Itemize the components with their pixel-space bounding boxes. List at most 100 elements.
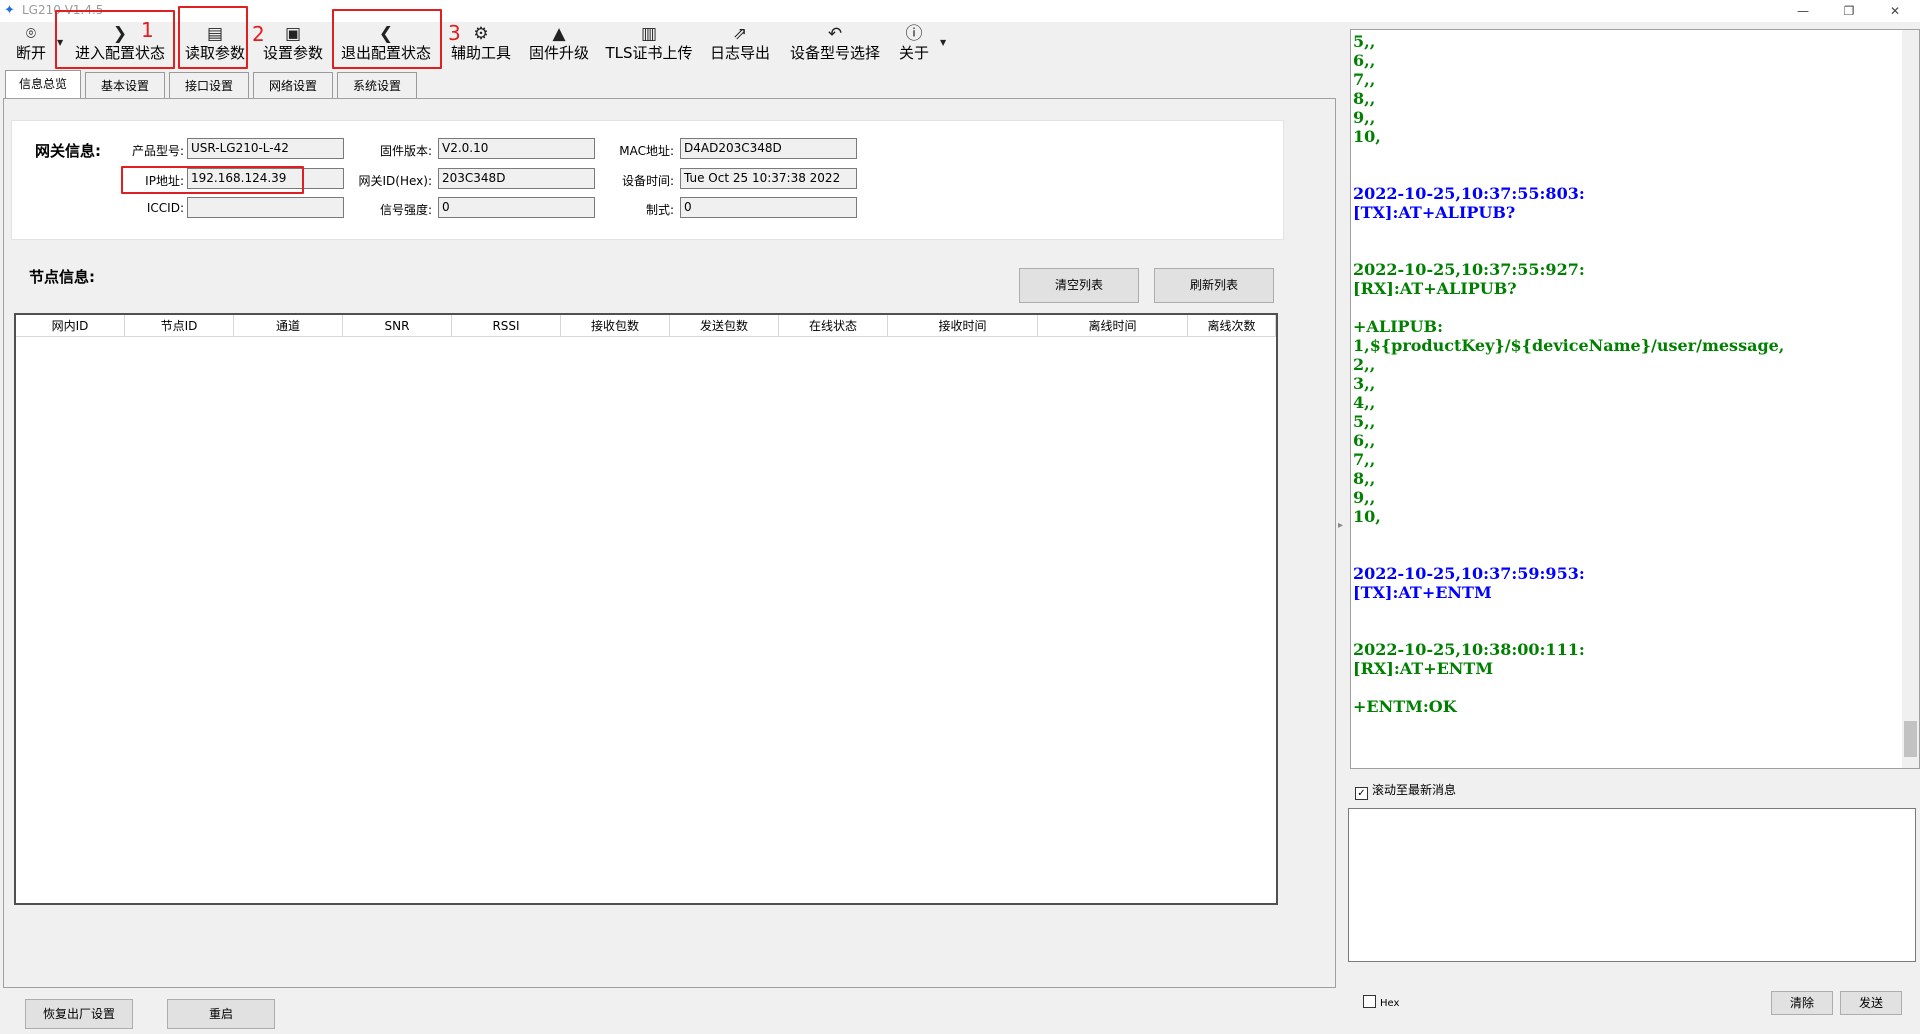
device-time-label: 设备时间:	[621, 174, 674, 188]
log-export-button[interactable]: ⇗ 日志导出	[704, 22, 776, 68]
splitter-grip-icon[interactable]: ▸	[1338, 520, 1343, 531]
export-icon: ⇗	[732, 24, 748, 44]
restart-button[interactable]: 重启	[167, 999, 275, 1029]
log-line: +ALIPUB:	[1353, 317, 1443, 336]
log-scrollbar[interactable]	[1902, 30, 1919, 768]
firmware-version-label: 固件版本:	[379, 144, 432, 158]
log-line: +ENTM:OK	[1353, 697, 1457, 716]
gateway-id-label: 网关ID(Hex):	[358, 174, 432, 188]
column-header[interactable]: RSSI	[452, 315, 561, 337]
column-header[interactable]: 接收时间	[888, 315, 1038, 337]
restore-button[interactable]: ❐	[1826, 0, 1872, 22]
device-model-button[interactable]: ↶ 设备型号选择	[784, 22, 886, 68]
annotation-number-2: 2	[252, 22, 265, 46]
log-line: 10,	[1353, 127, 1381, 146]
model-field: USR-LG210-L-42	[187, 138, 344, 159]
mode-label: 制式:	[645, 203, 674, 217]
refresh-list-button[interactable]: 刷新列表	[1154, 268, 1274, 303]
column-header[interactable]: 离线时间	[1038, 315, 1188, 337]
annotation-box-ip	[121, 166, 304, 194]
factory-reset-button[interactable]: 恢复出厂设置	[25, 999, 133, 1029]
mode-field: 0	[680, 197, 857, 218]
log-line: 6,,	[1353, 431, 1376, 450]
disconnect-button[interactable]: ⌾ 断开	[10, 22, 52, 68]
column-header[interactable]: 通道	[234, 315, 343, 337]
column-header[interactable]: 发送包数	[670, 315, 779, 337]
firmware-version-field: V2.0.10	[438, 138, 595, 159]
overflow-arrow-icon[interactable]: ▼	[940, 38, 946, 47]
log-line: [TX]:AT+ENTM	[1353, 583, 1492, 602]
log-line: [RX]:AT+ALIPUB?	[1353, 279, 1517, 298]
log-line: 2022-10-25,10:37:55:927:	[1353, 260, 1585, 279]
log-line: 2022-10-25,10:38:00:111:	[1353, 640, 1585, 659]
save-icon: ▣	[284, 24, 302, 44]
log-line: 7,,	[1353, 450, 1376, 469]
firmware-upgrade-label: 固件升级	[528, 44, 589, 62]
node-table[interactable]: 网内ID 节点ID 通道 SNR RSSI 接收包数 发送包数 在线状态 接收时…	[14, 313, 1278, 905]
log-line: 9,,	[1353, 108, 1376, 127]
log-line: 5,,	[1353, 412, 1376, 431]
column-header[interactable]: 在线状态	[779, 315, 888, 337]
column-header[interactable]: SNR	[343, 315, 452, 337]
log-line: 2,,	[1353, 355, 1376, 374]
checkbox-unchecked-icon[interactable]	[1363, 995, 1376, 1008]
info-icon: ⓘ	[905, 24, 923, 44]
column-header[interactable]: 节点ID	[125, 315, 234, 337]
clear-list-button[interactable]: 清空列表	[1019, 268, 1139, 303]
log-line: 3,,	[1353, 374, 1376, 393]
node-info-title: 节点信息:	[29, 268, 95, 286]
log-output[interactable]: 5,, 6,, 7,, 8,, 9,, 10, 2022-10-25,10:37:55:80…	[1350, 29, 1920, 769]
log-lines: 5,, 6,, 7,, 8,, 9,, 10, 2022-10-25,10:37:55:80…	[1353, 32, 1784, 716]
location-pin-icon: ⌾	[25, 24, 37, 44]
minimize-button[interactable]: —	[1780, 0, 1826, 22]
hex-label: Hex	[1380, 998, 1400, 1009]
checkbox-checked-icon[interactable]: ✓	[1355, 787, 1368, 800]
tab-system-settings[interactable]: 系统设置	[337, 72, 417, 99]
hex-checkbox[interactable]: Hex	[1363, 995, 1399, 1009]
send-button[interactable]: 发送	[1840, 991, 1902, 1015]
set-params-button[interactable]: ▣ 设置参数	[258, 22, 328, 68]
firmware-upgrade-button[interactable]: ▲ 固件升级	[524, 22, 594, 68]
set-params-label: 设置参数	[262, 44, 323, 62]
disconnect-label: 断开	[15, 44, 46, 62]
gateway-info-title: 网关信息:	[35, 142, 101, 160]
device-time-field: Tue Oct 25 10:37:38 2022	[680, 168, 857, 189]
signal-strength-field: 0	[438, 197, 595, 218]
column-header[interactable]: 离线次数	[1188, 315, 1276, 337]
log-line: 8,,	[1353, 469, 1376, 488]
log-line: 7,,	[1353, 70, 1376, 89]
title-bar	[0, 0, 1920, 22]
gateway-id-field: 203C348D	[438, 168, 595, 189]
log-line: [TX]:AT+ALIPUB?	[1353, 203, 1516, 222]
tls-upload-button[interactable]: ▥ TLS证书上传	[602, 22, 696, 68]
autoscroll-label: 滚动至最新消息	[1372, 783, 1457, 797]
column-header[interactable]: 接收包数	[561, 315, 670, 337]
log-line: 5,,	[1353, 32, 1376, 51]
certificate-icon: ▥	[640, 24, 658, 44]
device-model-label: 设备型号选择	[789, 44, 880, 62]
clear-log-button[interactable]: 清除	[1771, 991, 1833, 1015]
tab-basic-settings[interactable]: 基本设置	[85, 72, 165, 99]
signal-strength-label: 信号强度:	[379, 203, 432, 217]
about-button[interactable]: ⓘ 关于	[894, 22, 934, 68]
tab-interface-settings[interactable]: 接口设置	[169, 72, 249, 99]
log-line: 8,,	[1353, 89, 1376, 108]
iccid-label: ICCID:	[146, 201, 184, 215]
tab-overview[interactable]: 信息总览	[5, 70, 81, 99]
annotation-box-2	[178, 6, 248, 69]
tab-network-settings[interactable]: 网络设置	[253, 72, 333, 99]
annotation-box-1	[55, 10, 175, 69]
column-header[interactable]: 网内ID	[16, 315, 125, 337]
log-export-label: 日志导出	[709, 44, 770, 62]
log-line: 2022-10-25,10:37:59:953:	[1353, 564, 1585, 583]
scrollbar-thumb[interactable]	[1904, 721, 1917, 757]
log-line: 1,${productKey}/${deviceName}/user/messa…	[1353, 336, 1785, 355]
close-button[interactable]: ✕	[1872, 0, 1918, 22]
autoscroll-checkbox[interactable]: ✓ 滚动至最新消息	[1355, 781, 1456, 800]
send-input[interactable]	[1348, 808, 1916, 962]
log-line: 9,,	[1353, 488, 1376, 507]
